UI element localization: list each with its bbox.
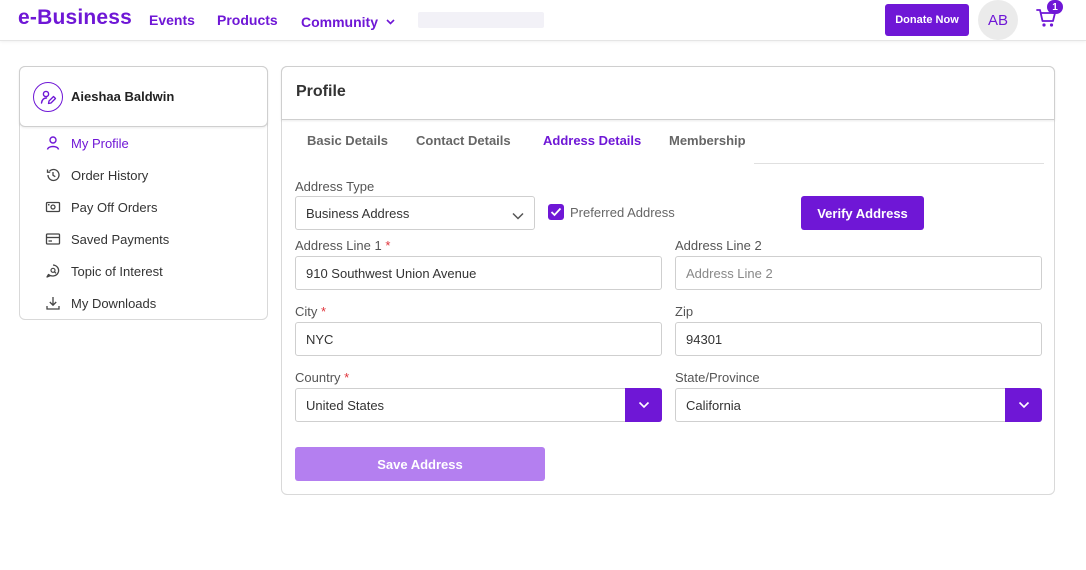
sidebar-item-order-history[interactable]: Order History <box>45 165 148 185</box>
nav-events[interactable]: Events <box>149 12 195 28</box>
address-line1-value: 910 Southwest Union Avenue <box>306 265 477 281</box>
sidebar-item-my-downloads[interactable]: My Downloads <box>45 293 156 313</box>
nav-products[interactable]: Products <box>217 12 278 28</box>
chevron-down-icon <box>638 401 649 409</box>
tabs-divider <box>754 163 1044 164</box>
sidebar-item-label: My Profile <box>71 135 129 151</box>
preferred-address-checkbox[interactable] <box>548 204 564 220</box>
sidebar-item-label: Saved Payments <box>71 231 170 247</box>
search-placeholder-bar[interactable] <box>418 12 544 28</box>
sidebar-item-my-profile[interactable]: My Profile <box>45 133 129 153</box>
address-line2-field[interactable]: Address Line 2 <box>675 256 1042 290</box>
address-line1-label-text: Address Line 1 <box>295 238 382 253</box>
zip-label: Zip <box>675 304 694 319</box>
history-icon <box>45 167 61 183</box>
cart-count-badge: 1 <box>1047 0 1063 14</box>
donate-now-button[interactable]: Donate Now <box>885 4 969 36</box>
address-line2-placeholder: Address Line 2 <box>686 265 773 281</box>
avatar[interactable]: AB <box>978 0 1018 40</box>
sidebar-user-header: Aieshaa Baldwin <box>19 66 268 127</box>
tab-basic-details[interactable]: Basic Details <box>307 133 388 148</box>
nav-community-label: Community <box>301 14 378 30</box>
chevron-down-icon <box>512 208 524 223</box>
country-select[interactable]: United States <box>295 388 662 422</box>
download-icon <box>45 295 61 311</box>
sidebar-item-topic-of-interest[interactable]: Topic of Interest <box>45 261 163 281</box>
sidebar-item-label: Topic of Interest <box>71 263 163 279</box>
tab-contact-details[interactable]: Contact Details <box>416 133 511 148</box>
address-type-value: Business Address <box>306 205 410 221</box>
chevron-down-icon <box>386 12 395 28</box>
user-name: Aieshaa Baldwin <box>71 89 175 104</box>
state-dropdown-button[interactable] <box>1005 388 1042 422</box>
state-value: California <box>686 397 741 413</box>
address-line2-label: Address Line 2 <box>675 238 762 253</box>
save-address-button[interactable]: Save Address <box>295 447 545 481</box>
address-type-select[interactable]: Business Address <box>295 196 535 230</box>
country-label: Country * <box>295 370 349 385</box>
address-type-label: Address Type <box>295 179 375 194</box>
city-label-text: City <box>295 304 318 319</box>
zip-value: 94301 <box>686 331 723 347</box>
sidebar-item-pay-off-orders[interactable]: Pay Off Orders <box>45 197 157 217</box>
preferred-address-label: Preferred Address <box>570 205 675 220</box>
profile-tabs: Basic Details Contact Details Address De… <box>282 121 1056 165</box>
city-value: NYC <box>306 331 334 347</box>
user-edit-icon <box>33 82 63 112</box>
zip-field[interactable]: 94301 <box>675 322 1042 356</box>
sidebar-item-label: My Downloads <box>71 295 157 311</box>
required-mark: * <box>344 370 350 385</box>
required-mark: * <box>321 304 327 319</box>
chat-search-icon <box>45 263 61 279</box>
address-line1-field[interactable]: 910 Southwest Union Avenue <box>295 256 662 290</box>
page-title: Profile <box>296 83 346 100</box>
profile-sidebar: Aieshaa Baldwin My Profile Order History… <box>19 66 268 320</box>
site-logo[interactable]: e-Business <box>18 6 132 30</box>
city-label: City * <box>295 304 326 319</box>
sidebar-item-saved-payments[interactable]: Saved Payments <box>45 229 169 249</box>
address-line1-label: Address Line 1 * <box>295 238 390 253</box>
credit-card-icon <box>45 231 61 247</box>
verify-address-button[interactable]: Verify Address <box>801 196 924 230</box>
tab-membership[interactable]: Membership <box>669 133 746 148</box>
cash-icon <box>45 199 61 215</box>
profile-panel: Profile Basic Details Contact Details Ad… <box>281 66 1055 495</box>
nav-community[interactable]: Community <box>301 12 395 30</box>
sidebar-item-label: Pay Off Orders <box>71 199 158 215</box>
country-value: United States <box>306 397 385 413</box>
country-label-text: Country <box>295 370 341 385</box>
checkmark-icon <box>550 207 562 217</box>
tab-address-details[interactable]: Address Details <box>543 133 641 148</box>
required-mark: * <box>385 238 391 253</box>
person-icon <box>45 135 61 151</box>
country-dropdown-button[interactable] <box>625 388 662 422</box>
state-label: State/Province <box>675 370 760 385</box>
top-navbar: e-Business Events Products Community Don… <box>0 0 1086 41</box>
sidebar-item-label: Order History <box>71 167 149 183</box>
panel-header: Profile <box>281 66 1055 120</box>
city-field[interactable]: NYC <box>295 322 662 356</box>
state-select[interactable]: California <box>675 388 1042 422</box>
chevron-down-icon <box>1018 401 1029 409</box>
